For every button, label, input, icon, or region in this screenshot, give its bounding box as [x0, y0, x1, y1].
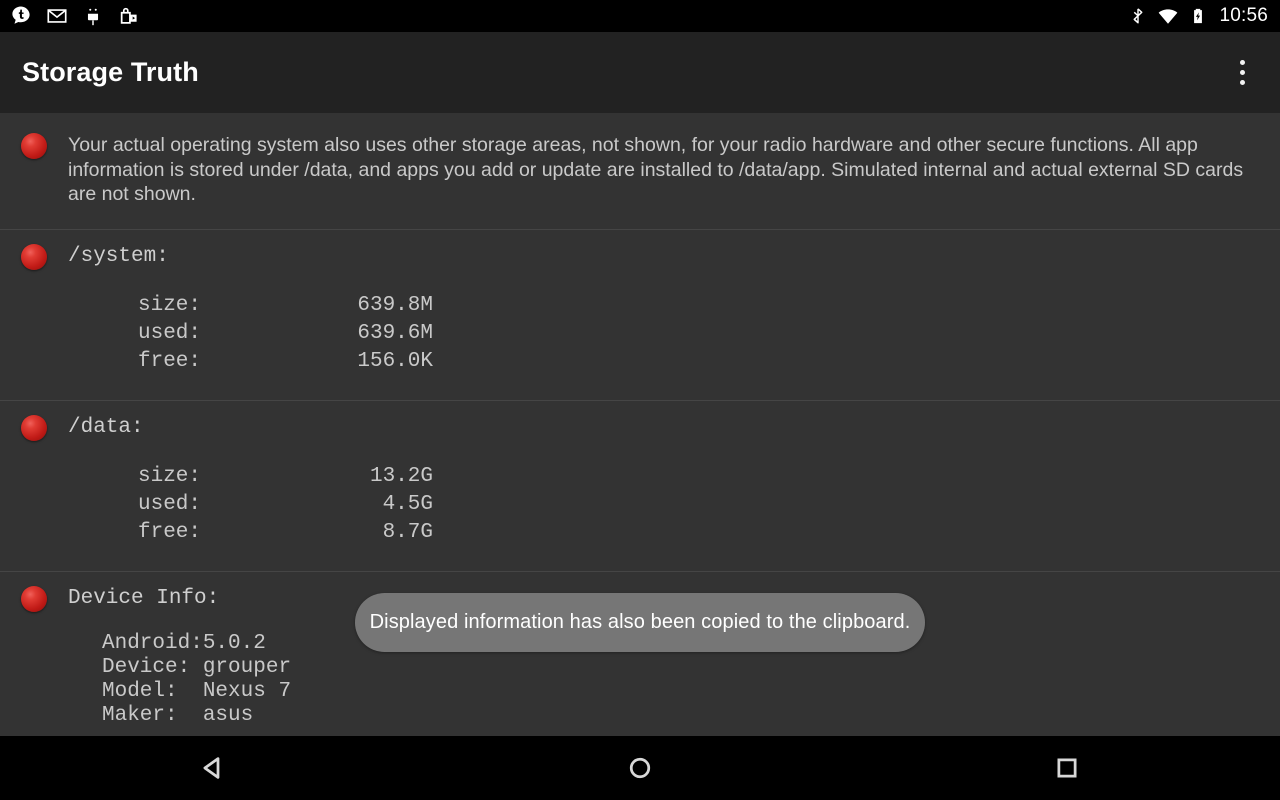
data-free-value: 8.7G: [382, 520, 433, 544]
gmail-icon: [47, 9, 67, 23]
android-value: 5.0.2: [202, 631, 266, 655]
maker-value: asus: [202, 703, 254, 727]
tumblr-icon: [12, 6, 30, 24]
bluetooth-icon: [1133, 8, 1143, 24]
system-stats-table: size: 639.8M used: 639.6M free: 156.0K: [68, 292, 433, 376]
toast-notification: Displayed information has also been copi…: [355, 593, 925, 652]
back-triangle-icon: [203, 757, 220, 779]
data-used-value: 4.5G: [382, 492, 433, 516]
status-notification-icons: [10, 5, 140, 27]
system-heading: /system:: [68, 244, 169, 268]
device-info-table: Android: 5.0.2 Device: grouper Model: Ne…: [68, 632, 291, 728]
maker-label: Maker:: [102, 703, 178, 727]
bullet-cell: [0, 585, 68, 612]
data-body: /data: size: 13.2G used: 4.5G free: 8.7G: [68, 415, 1280, 547]
device-screen: 10:56 Storage Truth Your actual operatin…: [0, 0, 1280, 800]
action-bar: Storage Truth: [0, 32, 1280, 113]
model-value: Nexus 7: [202, 679, 292, 703]
data-size-label: size:: [138, 464, 202, 488]
system-used-value: 639.6M: [357, 321, 433, 345]
system-free-value: 156.0K: [357, 349, 433, 373]
red-sphere-bullet-icon: [21, 243, 47, 270]
status-clock: 10:56: [1219, 5, 1268, 26]
nav-recents-button[interactable]: [853, 736, 1280, 800]
data-stats-table: size: 13.2G used: 4.5G free: 8.7G: [68, 463, 433, 547]
status-system-icons: 10:56: [1129, 5, 1268, 27]
note-body: Your actual operating system also uses o…: [68, 133, 1280, 207]
table-row: Android: 5.0.2: [68, 632, 291, 656]
device-value: grouper: [202, 655, 292, 679]
battery-charging-icon: [1194, 8, 1203, 24]
list-item-note[interactable]: Your actual operating system also uses o…: [0, 113, 1280, 230]
bullet-cell: [0, 414, 68, 441]
play-store-icon: [120, 7, 137, 24]
red-sphere-bullet-icon: [21, 585, 47, 612]
note-text: Your actual operating system also uses o…: [68, 134, 1249, 205]
table-row: Device: grouper: [68, 656, 291, 680]
table-row: Maker: asus: [68, 704, 291, 728]
table-row: used: 639.6M: [68, 320, 433, 348]
android-head-icon: [87, 8, 99, 26]
nav-home-button[interactable]: [427, 736, 854, 800]
overflow-menu-button[interactable]: [1222, 43, 1262, 103]
data-heading: /data:: [68, 415, 144, 439]
overflow-dot: [1239, 60, 1245, 65]
system-free-label: free:: [138, 349, 202, 373]
data-size-value: 13.2G: [369, 464, 433, 488]
system-body: /system: size: 639.8M used: 639.6M free:…: [68, 244, 1280, 376]
status-bar: 10:56: [0, 0, 1280, 32]
table-row: used: 4.5G: [68, 491, 433, 519]
model-label: Model:: [102, 679, 178, 703]
system-size-label: size:: [138, 293, 202, 317]
home-circle-icon: [629, 757, 651, 779]
list-item-data[interactable]: /data: size: 13.2G used: 4.5G free: 8.7G: [0, 400, 1280, 572]
bullet-cell: [0, 133, 68, 159]
bullet-cell: [0, 243, 68, 270]
wifi-icon: [1159, 9, 1178, 24]
navigation-bar: [0, 736, 1280, 800]
overflow-dot: [1239, 70, 1245, 75]
data-used-label: used:: [138, 492, 202, 516]
table-row: Model: Nexus 7: [68, 680, 291, 704]
table-row: size: 639.8M: [68, 292, 433, 320]
list-item-system[interactable]: /system: size: 639.8M used: 639.6M free:…: [0, 229, 1280, 401]
data-free-label: free:: [138, 520, 202, 544]
overflow-dot: [1239, 80, 1245, 85]
table-row: free: 8.7G: [68, 519, 433, 547]
page-title: Storage Truth: [22, 57, 199, 87]
red-sphere-bullet-icon: [21, 133, 47, 159]
device-label: Device:: [102, 655, 191, 679]
system-used-label: used:: [138, 321, 202, 345]
android-label: Android:: [102, 631, 203, 655]
system-size-value: 639.8M: [357, 293, 433, 317]
recents-square-icon: [1057, 758, 1077, 778]
table-row: free: 156.0K: [68, 348, 433, 376]
nav-back-button[interactable]: [0, 736, 427, 800]
toast-message: Displayed information has also been copi…: [369, 611, 911, 633]
red-sphere-bullet-icon: [21, 414, 47, 441]
table-row: size: 13.2G: [68, 463, 433, 491]
